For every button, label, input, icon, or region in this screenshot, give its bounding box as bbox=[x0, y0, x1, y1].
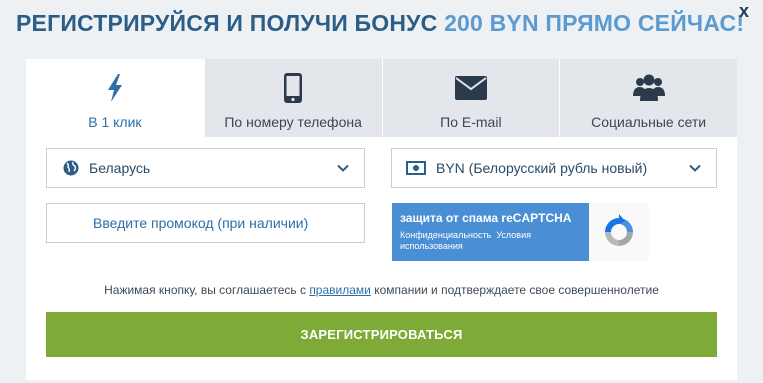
country-select[interactable]: Беларусь bbox=[46, 148, 365, 188]
envelope-icon bbox=[454, 72, 487, 104]
users-group-icon bbox=[632, 72, 665, 104]
recaptcha-privacy-link[interactable]: Конфиденциальность bbox=[400, 230, 491, 240]
promo-code-input[interactable] bbox=[46, 203, 365, 243]
tab-label: По номеру телефона bbox=[224, 114, 362, 130]
currency-select[interactable]: BYN (Белорусский рубль новый) bbox=[391, 148, 717, 188]
tab-email[interactable]: По E-mail bbox=[381, 59, 560, 137]
banknote-icon bbox=[406, 161, 426, 175]
tab-social[interactable]: Социальные сети bbox=[559, 59, 737, 137]
recaptcha-badge[interactable]: защита от спама reCAPTCHA Конфиденциальн… bbox=[392, 203, 649, 261]
close-icon[interactable]: x bbox=[735, 2, 753, 20]
title-bonus: 200 BYN ПРЯМО СЕЙЧАС! bbox=[444, 10, 745, 36]
registration-card: В 1 клик По номеру телефона По E-mail Со… bbox=[26, 59, 737, 380]
register-button[interactable]: ЗАРЕГИСТРИРОВАТЬСЯ bbox=[46, 312, 717, 357]
tab-label: Социальные сети bbox=[591, 114, 707, 130]
mobile-phone-icon bbox=[283, 72, 303, 104]
chevron-down-icon bbox=[688, 161, 702, 180]
lightning-icon bbox=[105, 72, 125, 104]
chevron-down-icon bbox=[336, 161, 350, 180]
rules-link[interactable]: правилами bbox=[309, 283, 371, 297]
globe-icon bbox=[63, 160, 79, 176]
currency-value: BYN (Белорусский рубль новый) bbox=[436, 160, 648, 176]
title-main: РЕГИСТРИРУЙСЯ И ПОЛУЧИ БОНУС bbox=[16, 10, 445, 36]
tab-phone[interactable]: По номеру телефона bbox=[203, 59, 382, 137]
tab-label: По E-mail bbox=[440, 114, 502, 130]
page-title: РЕГИСТРИРУЙСЯ И ПОЛУЧИ БОНУС 200 BYN ПРЯ… bbox=[16, 10, 744, 37]
terms-after: компании и подтверждаете свое совершенно… bbox=[370, 283, 659, 297]
tab-label: В 1 клик bbox=[88, 114, 142, 130]
tab-one-click[interactable]: В 1 клик bbox=[26, 59, 204, 137]
registration-tabs: В 1 клик По номеру телефона По E-mail Со… bbox=[26, 59, 737, 137]
recaptcha-links: Конфиденциальность Условия использования bbox=[400, 230, 580, 252]
recaptcha-logo-icon bbox=[589, 203, 649, 261]
terms-before: Нажимая кнопку, вы соглашаетесь с bbox=[104, 283, 310, 297]
terms-text: Нажимая кнопку, вы соглашаетесь с правил… bbox=[26, 283, 737, 297]
country-value: Беларусь bbox=[89, 160, 151, 176]
recaptcha-title: защита от спама reCAPTCHA bbox=[400, 211, 572, 225]
